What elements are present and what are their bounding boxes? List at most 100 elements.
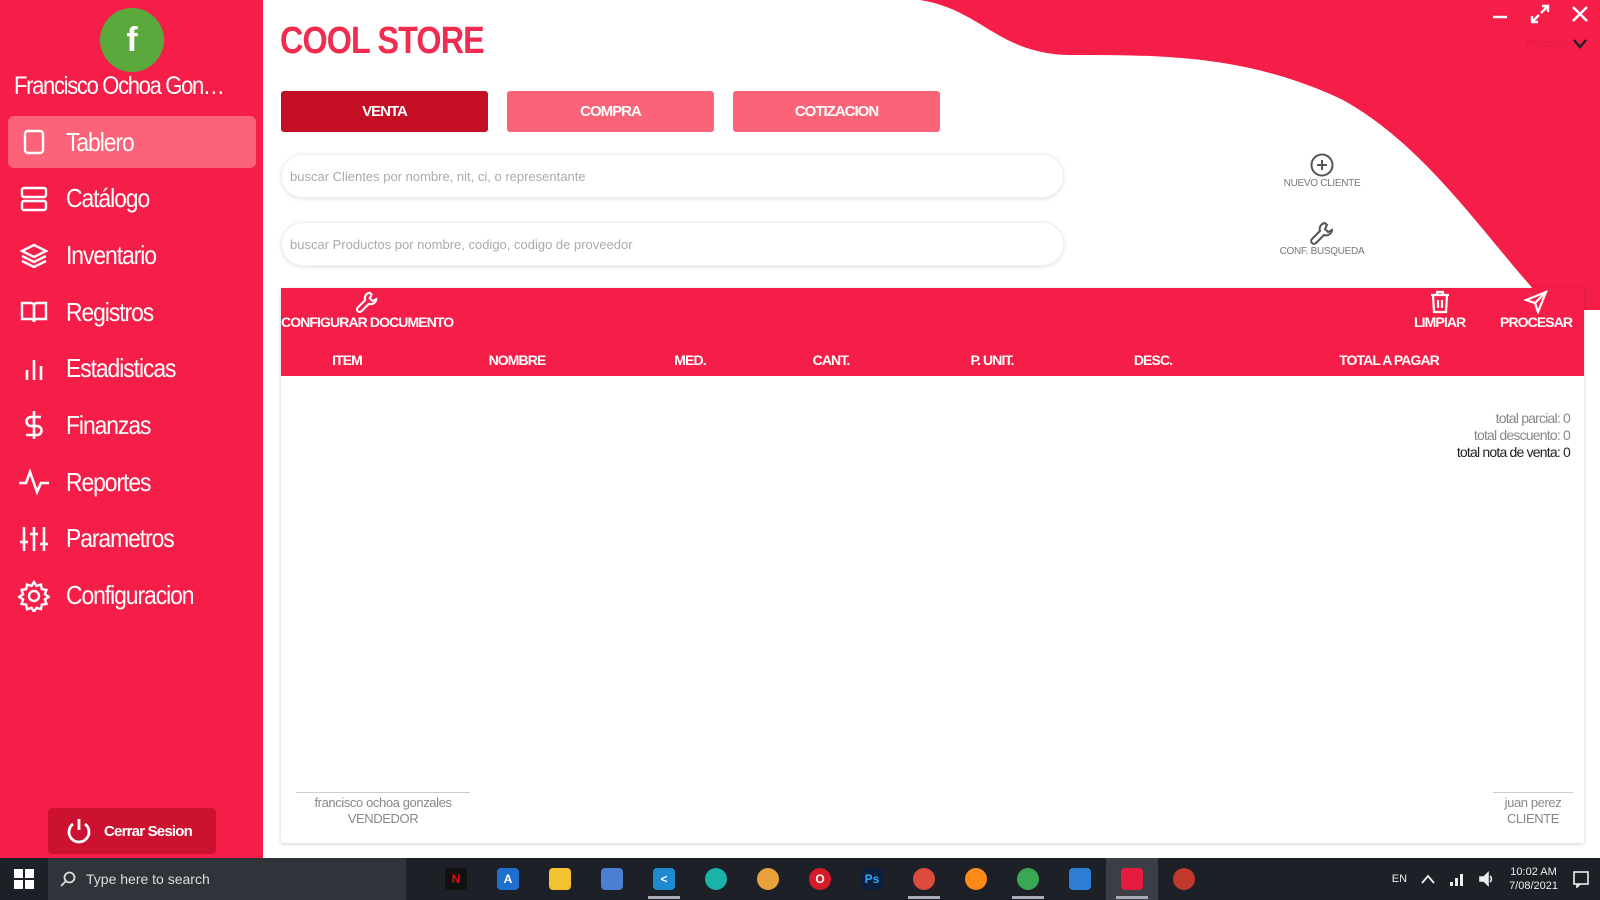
server-icon (16, 181, 52, 217)
avatar[interactable]: f (100, 8, 164, 72)
maximize-icon[interactable] (1528, 2, 1552, 26)
sidebar-item-catalogo[interactable]: Catálogo (8, 173, 256, 225)
table-header: ITEM NOMBRE MED. CANT. P. UNIT. DESC. TO… (281, 352, 1584, 372)
system-clock[interactable]: 10:02 AM 7/08/2021 (1509, 865, 1558, 893)
file-explorer-icon[interactable] (534, 858, 586, 900)
sidebar-item-label: Finanzas (66, 409, 151, 440)
sidebar-item-label: Parametros (66, 523, 175, 554)
sidebar-item-tablero[interactable]: Tablero (8, 116, 256, 168)
totals-summary: total parcial: 0 total descuento: 0 tota… (1456, 410, 1571, 461)
page-title: COOL STORE (280, 20, 485, 62)
sidebar-item-label: Inventario (66, 239, 157, 270)
firefox-app-icon[interactable] (950, 858, 1002, 900)
clear-button[interactable]: LIMPIAR (1414, 290, 1466, 330)
sidebar-item-configuracion[interactable]: Configuracion (8, 570, 256, 622)
logout-button[interactable]: Cerrar Sesion (48, 808, 216, 854)
column-nombre: NOMBRE (488, 352, 547, 368)
tab-venta[interactable]: VENTA (281, 91, 488, 132)
client-search-input[interactable] (281, 154, 1064, 198)
cool-store-app-icon[interactable] (1106, 858, 1158, 900)
opera-app-icon[interactable]: O (794, 858, 846, 900)
book-icon (16, 294, 52, 330)
search-config-label: CONF. BUSQUEDA (1279, 246, 1365, 257)
principal-label: Principal (1525, 38, 1568, 50)
seller-signature: francisco ochoa gonzales VENDEDOR (296, 792, 470, 827)
minimize-icon[interactable] (1488, 2, 1512, 26)
dollar-icon (16, 407, 52, 443)
trash-icon (1430, 290, 1449, 314)
notification-icon[interactable] (1572, 870, 1590, 888)
bar-chart-icon (16, 351, 52, 387)
configure-document-button[interactable]: CONFIGURAR DOCUMENTO (281, 290, 454, 330)
close-icon[interactable] (1568, 2, 1592, 26)
sidebar-item-registros[interactable]: Registros (8, 286, 256, 338)
taskbar-search[interactable]: Type here to search (48, 858, 406, 900)
sidebar-item-label: Registros (66, 296, 154, 327)
photos-app-icon[interactable] (1054, 858, 1106, 900)
app-icon-extra[interactable] (1158, 858, 1210, 900)
taskbar-search-placeholder: Type here to search (86, 871, 210, 887)
total-partial: total parcial: 0 (1495, 410, 1571, 426)
principal-dropdown[interactable]: Principal (1526, 38, 1588, 50)
configure-document-label: CONFIGURAR DOCUMENTO (281, 314, 454, 330)
language-indicator[interactable]: EN (1392, 873, 1407, 885)
netflix-app-icon[interactable]: N (430, 858, 482, 900)
client-name: juan perez (1504, 795, 1562, 810)
wrench-icon (1310, 221, 1334, 245)
taskbar-apps: N A < O Ps (430, 858, 1210, 900)
chrome-dev-app-icon[interactable] (1002, 858, 1054, 900)
add-circle-icon (1310, 153, 1334, 177)
wrench-icon (356, 291, 378, 313)
process-button[interactable]: PROCESAR (1500, 290, 1573, 330)
sidebar-item-finanzas[interactable]: Finanzas (8, 399, 256, 451)
layers-icon (16, 237, 52, 273)
azure-app-icon[interactable]: A (482, 858, 534, 900)
chevron-up-icon[interactable] (1421, 874, 1435, 884)
chevron-down-icon (1573, 39, 1587, 49)
start-button[interactable] (0, 858, 48, 900)
settings-icon (16, 578, 52, 614)
activity-icon (16, 464, 52, 500)
column-medida: MED. (674, 352, 706, 368)
search-config-button[interactable]: CONF. BUSQUEDA (1262, 220, 1382, 257)
chrome-canary-app-icon[interactable] (742, 858, 794, 900)
sidebar-item-reportes[interactable]: Reportes (8, 456, 256, 508)
sliders-icon (16, 521, 52, 557)
vscode-app-icon[interactable]: < (638, 858, 690, 900)
clock-date: 7/08/2021 (1509, 880, 1558, 892)
power-icon (67, 819, 91, 844)
edge-app-icon[interactable] (690, 858, 742, 900)
taskbar: Type here to search N A < O Ps EN 10:02 … (0, 858, 1600, 900)
document-type-tabs: VENTA COMPRA COTIZACION (281, 91, 940, 132)
seller-name: francisco ochoa gonzales (314, 795, 452, 810)
tab-cotizacion[interactable]: COTIZACION (733, 91, 940, 132)
process-label: PROCESAR (1500, 314, 1573, 330)
sidebar-item-label: Reportes (66, 466, 151, 497)
document-panel: CONFIGURAR DOCUMENTO LIMPIAR PROCESAR IT… (281, 288, 1584, 843)
total-sale-note: total nota de venta: 0 (1456, 444, 1571, 460)
total-discount: total descuento: 0 (1473, 427, 1571, 443)
search-icon (60, 871, 76, 887)
client-signature: juan perez CLIENTE (1493, 792, 1573, 827)
sidebar-item-label: Catálogo (66, 183, 150, 214)
clock-time: 10:02 AM (1510, 866, 1557, 878)
column-descuento: DESC. (1133, 352, 1173, 368)
network-icon[interactable] (1449, 871, 1465, 887)
sidebar-item-inventario[interactable]: Inventario (8, 229, 256, 281)
sidebar: f Francisco Ochoa Gonzal... Tablero Catá… (0, 0, 263, 858)
column-total: TOTAL A PAGAR (1339, 352, 1440, 368)
calendar-app-icon[interactable] (586, 858, 638, 900)
user-name: Francisco Ochoa Gonzal... (14, 72, 226, 100)
sidebar-item-parametros[interactable]: Parametros (8, 513, 256, 565)
sidebar-item-label: Configuracion (66, 580, 195, 610)
sidebar-item-estadisticas[interactable]: Estadisticas (8, 343, 256, 395)
volume-icon[interactable] (1479, 871, 1495, 887)
new-client-button[interactable]: NUEVO CLIENTE (1262, 152, 1382, 189)
seller-role: VENDEDOR (347, 811, 419, 826)
product-search-input[interactable] (281, 222, 1064, 266)
photoshop-app-icon[interactable]: Ps (846, 858, 898, 900)
chrome-app-icon[interactable] (898, 858, 950, 900)
tablet-icon (16, 124, 52, 160)
column-item: ITEM (332, 352, 363, 368)
tab-compra[interactable]: COMPRA (507, 91, 714, 132)
